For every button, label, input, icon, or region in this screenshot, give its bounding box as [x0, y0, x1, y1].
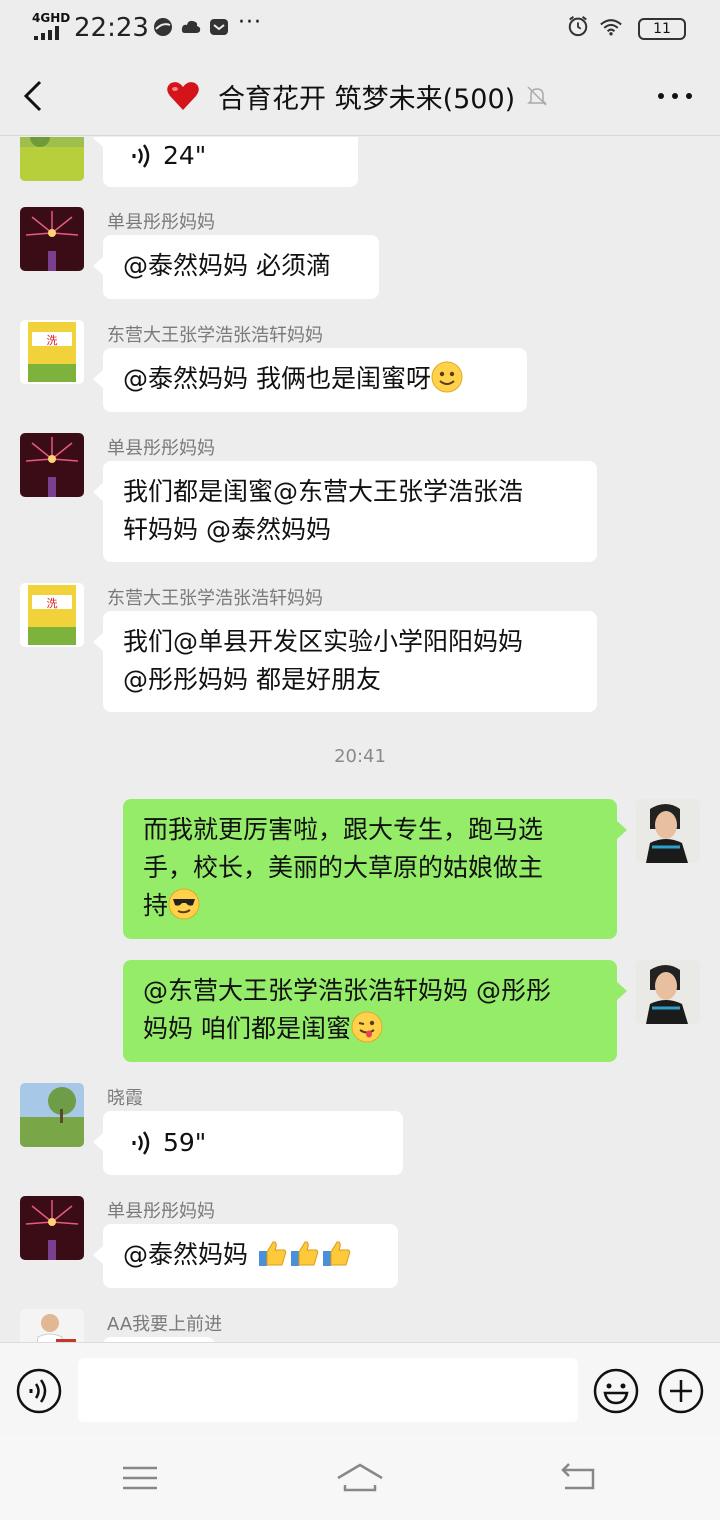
back-arrow-icon[interactable] — [20, 78, 48, 114]
my-message-bubble[interactable]: @东营大王张学浩张浩轩妈妈 @彤彤 妈妈 咱们都是闺蜜 — [123, 960, 627, 1062]
message-bubble[interactable]: @泰然妈妈 必须滴 — [93, 235, 379, 299]
avatar-meadow-image — [20, 137, 84, 181]
voice-wave-icon — [132, 144, 150, 168]
voice-message-bubble[interactable]: 59" — [93, 1111, 403, 1175]
chat-title-group: 合育花开 筑梦未来(500) — [166, 76, 549, 116]
message-line: 手，校长，美丽的大草原的姑娘做主 — [143, 853, 544, 882]
more-icon[interactable] — [655, 82, 695, 110]
avatar[interactable] — [20, 433, 84, 497]
message-line: 我们@单县开发区实验小学阳阳妈妈 — [123, 627, 524, 656]
cloud-icon — [181, 20, 201, 33]
input-bar — [0, 1342, 720, 1436]
sender-name: AA我要上前进 — [107, 1314, 223, 1335]
battery-indicator: 11 — [638, 18, 686, 40]
message-line: 我们都是闺蜜@东营大王张学浩张浩 — [123, 477, 524, 506]
message-icon — [210, 19, 228, 35]
system-navigation-bar — [0, 1436, 720, 1520]
avatar-woman-image — [636, 799, 700, 863]
alarm-icon — [568, 16, 588, 37]
network-type: 4GHD — [32, 11, 71, 25]
my-avatar[interactable] — [636, 960, 700, 1024]
voice-duration: 24" — [163, 141, 207, 170]
signal-icon — [34, 26, 59, 40]
thumbs-up-emoji-group — [256, 1240, 352, 1269]
avatar-fireworks-image — [20, 1196, 84, 1260]
avatar[interactable] — [20, 1309, 84, 1342]
voice-icon[interactable] — [16, 1368, 62, 1414]
voice-wave-icon — [132, 1131, 150, 1155]
voice-duration: 59" — [163, 1128, 207, 1157]
avatar[interactable] — [20, 1196, 84, 1260]
svg-text:洗: 洗 — [47, 334, 58, 347]
thumbs-up-emoji — [322, 1241, 351, 1266]
avatar-detergent-image: 洗 — [20, 583, 84, 647]
message-line: @东营大王张学浩张浩轩妈妈 @彤彤 — [143, 976, 551, 1005]
sender-name: 单县彤彤妈妈 — [107, 438, 215, 459]
sender-name: 晓霞 — [107, 1088, 143, 1109]
sunglasses-emoji — [168, 888, 200, 920]
avatar-meadow-image — [20, 1083, 84, 1147]
voice-message-bubble[interactable]: 24" — [93, 137, 358, 187]
my-message-bubble[interactable]: 而我就更厉害啦，跟大专生，跑马选 手，校长，美丽的大草原的姑娘做主 持 — [123, 799, 627, 939]
home-icon[interactable] — [335, 1458, 385, 1498]
message-bubble[interactable]: @泰然妈妈 — [93, 1224, 398, 1288]
wifi-icon — [600, 19, 622, 36]
my-avatar[interactable] — [636, 799, 700, 863]
app-notification-icon — [154, 18, 172, 36]
message-line: 而我就更厉害啦，跟大专生，跑马选 — [143, 815, 544, 844]
message-line: 妈妈 咱们都是闺蜜 — [143, 1014, 351, 1043]
message-line: @彤彤妈妈 都是好朋友 — [123, 665, 381, 694]
avatar[interactable] — [20, 207, 84, 271]
mute-bell-icon — [527, 86, 547, 106]
emoji-icon[interactable] — [593, 1368, 639, 1414]
chat-timestamp: 20:41 — [334, 746, 386, 767]
message-line: 轩妈妈 @泰然妈妈 — [123, 515, 331, 544]
avatar[interactable] — [20, 137, 84, 181]
back-nav-icon[interactable] — [555, 1458, 605, 1498]
avatar-fireworks-image — [20, 433, 84, 497]
sender-name: 单县彤彤妈妈 — [107, 1201, 215, 1222]
avatar-person-image — [20, 1309, 84, 1342]
svg-text:洗: 洗 — [47, 597, 58, 610]
wink-tongue-emoji — [351, 1011, 383, 1043]
sender-name: 单县彤彤妈妈 — [107, 212, 215, 233]
heart-icon — [167, 82, 199, 110]
message-bubble[interactable]: 我们@单县开发区实验小学阳阳妈妈 @彤彤妈妈 都是好朋友 — [93, 611, 597, 712]
chat-messages[interactable]: 24" 单县彤彤妈妈 @泰然妈妈 必须滴 洗 东营大王张学浩张浩轩妈妈 @泰然妈… — [0, 137, 720, 1342]
avatar[interactable]: 洗 — [20, 320, 84, 384]
thumbs-up-emoji — [258, 1241, 287, 1266]
message-text: @泰然妈妈 — [123, 1240, 256, 1269]
plus-icon[interactable] — [658, 1368, 704, 1414]
sender-name: 东营大王张学浩张浩轩妈妈 — [107, 325, 323, 346]
status-bar: 4GHD 22:23 ··· 11 — [0, 0, 720, 56]
message-input[interactable] — [78, 1358, 578, 1422]
chat-header: 合育花开 筑梦未来(500) — [0, 56, 720, 136]
message-bubble[interactable]: 我们都是闺蜜@东营大王张学浩张浩 轩妈妈 @泰然妈妈 — [93, 461, 597, 562]
thumbs-up-emoji — [290, 1241, 319, 1266]
avatar-detergent-image: 洗 — [20, 320, 84, 384]
avatar[interactable]: 洗 — [20, 583, 84, 647]
chat-title: 合育花开 筑梦未来(500) — [218, 83, 516, 115]
avatar-woman-image — [636, 960, 700, 1024]
message-bubble[interactable]: @泰然妈妈 我俩也是闺蜜呀 — [93, 348, 527, 412]
clock: 22:23 — [74, 13, 149, 43]
sender-name: 东营大王张学浩张浩轩妈妈 — [107, 588, 323, 609]
message-text: @泰然妈妈 必须滴 — [123, 251, 331, 280]
message-text: @泰然妈妈 我俩也是闺蜜呀 — [123, 364, 431, 393]
avatar[interactable] — [20, 1083, 84, 1147]
message-line: 持 — [143, 891, 169, 920]
smile-emoji — [431, 361, 463, 393]
avatar-fireworks-image — [20, 207, 84, 271]
more-notifications: ··· — [238, 10, 262, 35]
menu-icon[interactable] — [115, 1458, 165, 1498]
